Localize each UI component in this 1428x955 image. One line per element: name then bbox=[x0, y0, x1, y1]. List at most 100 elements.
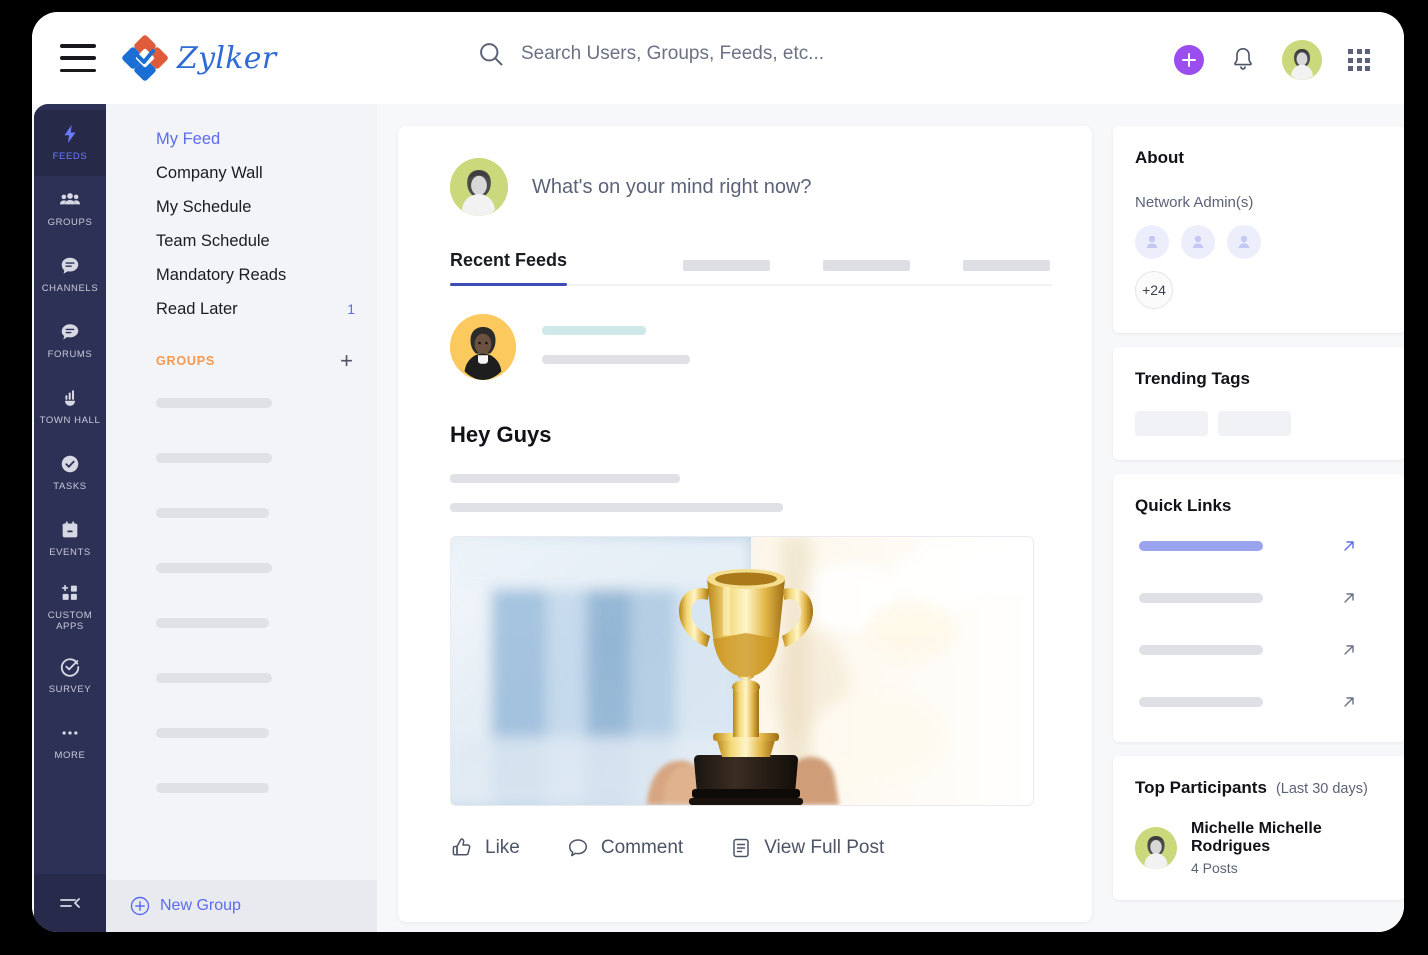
new-group-label: New Group bbox=[160, 897, 241, 914]
panel-title: Trending Tags bbox=[1135, 369, 1250, 388]
post-header bbox=[450, 286, 1040, 380]
collapse-arrow-icon bbox=[60, 898, 80, 908]
quick-link-item[interactable] bbox=[1135, 572, 1383, 624]
sidebar-item-label: Mandatory Reads bbox=[156, 265, 287, 284]
rail-label: TOWN HALL bbox=[39, 415, 101, 427]
search-input[interactable] bbox=[521, 43, 951, 65]
list-item[interactable] bbox=[156, 398, 272, 408]
rail-item-channels[interactable]: CHANNELS bbox=[34, 242, 106, 308]
plus-circle-icon[interactable] bbox=[1174, 45, 1204, 75]
composer-placeholder: What's on your mind right now? bbox=[532, 175, 812, 198]
list-item[interactable] bbox=[156, 563, 272, 573]
status-badge: 1 bbox=[347, 301, 355, 317]
user-avatar-icon bbox=[1282, 40, 1322, 80]
admin-more-count[interactable]: +24 bbox=[1135, 271, 1173, 309]
list-item[interactable] bbox=[156, 453, 272, 463]
view-full-post-button[interactable]: View Full Post bbox=[729, 836, 884, 860]
calendar-icon bbox=[62, 521, 78, 538]
rail-item-feeds[interactable]: FEEDS bbox=[34, 110, 106, 176]
comment-button[interactable]: Comment bbox=[566, 836, 683, 860]
sidebar-groups-label: GROUPS bbox=[156, 354, 215, 368]
page-title: About bbox=[1135, 148, 1185, 167]
arrow-up-right-icon[interactable] bbox=[1341, 694, 1357, 710]
avatar[interactable] bbox=[1227, 225, 1261, 259]
list-item[interactable]: Michelle Michelle Rodrigues 4 Posts bbox=[1135, 820, 1383, 876]
brand-logo[interactable]: Zylker bbox=[122, 35, 276, 81]
arrow-up-right-icon[interactable] bbox=[1341, 590, 1357, 606]
arrow-up-right-icon[interactable] bbox=[1341, 642, 1357, 658]
body-area: FEEDS GROUPS CHANNELS FORUMS TOWN HALL T… bbox=[32, 104, 1404, 932]
user-avatar-icon bbox=[450, 314, 516, 380]
rail-item-more[interactable]: MORE bbox=[34, 709, 106, 775]
new-group-button[interactable]: New Group bbox=[106, 880, 377, 932]
add-group-icon[interactable]: + bbox=[340, 350, 353, 372]
list-item[interactable] bbox=[156, 618, 269, 628]
bell-icon[interactable] bbox=[1230, 46, 1256, 74]
sidebar-item-team-schedule[interactable]: Team Schedule bbox=[106, 224, 377, 258]
tab-label: Recent Feeds bbox=[450, 250, 568, 270]
tag-list bbox=[1135, 411, 1383, 436]
quick-link-item[interactable] bbox=[1135, 520, 1383, 572]
post-image[interactable] bbox=[450, 536, 1034, 806]
tag-placeholder[interactable] bbox=[1218, 411, 1291, 436]
avatar[interactable] bbox=[1282, 40, 1322, 80]
sidebar-item-my-schedule[interactable]: My Schedule bbox=[106, 190, 377, 224]
zylker-diamond-logo-icon bbox=[122, 35, 168, 81]
speech-bubble-icon bbox=[61, 324, 79, 340]
tab-placeholder[interactable] bbox=[683, 260, 771, 271]
participant-post-count: 4 Posts bbox=[1191, 860, 1238, 876]
avatar[interactable] bbox=[1181, 225, 1215, 259]
panel-title: Quick Links bbox=[1135, 496, 1232, 515]
list-item[interactable] bbox=[156, 728, 269, 738]
search-bar[interactable] bbox=[477, 40, 951, 68]
tab-placeholder[interactable] bbox=[963, 260, 1051, 271]
avatar[interactable] bbox=[450, 314, 516, 380]
list-item[interactable] bbox=[156, 508, 269, 518]
rail-label: EVENTS bbox=[49, 547, 91, 559]
rail-item-custom-apps[interactable]: CUSTOM APPS bbox=[34, 572, 106, 643]
post-composer[interactable]: What's on your mind right now? bbox=[398, 126, 1092, 216]
rail-item-forums[interactable]: FORUMS bbox=[34, 308, 106, 374]
quick-link-label-placeholder bbox=[1139, 541, 1263, 551]
list-item[interactable] bbox=[156, 783, 269, 793]
secondary-sidebar: My Feed Company Wall My Schedule Team Sc… bbox=[106, 104, 377, 932]
collapse-sidebar-icon[interactable] bbox=[34, 874, 106, 932]
rail-label: MORE bbox=[54, 749, 86, 761]
avatar[interactable] bbox=[1135, 225, 1169, 259]
sidebar-group-placeholders bbox=[106, 372, 377, 793]
sidebar-item-read-later[interactable]: Read Later 1 bbox=[106, 292, 377, 326]
hamburger-menu-icon[interactable] bbox=[60, 44, 96, 72]
rail-item-groups[interactable]: GROUPS bbox=[34, 176, 106, 242]
quick-links-list bbox=[1135, 520, 1383, 728]
sidebar-item-company-wall[interactable]: Company Wall bbox=[106, 156, 377, 190]
quick-link-item[interactable] bbox=[1135, 624, 1383, 676]
feed-card: What's on your mind right now? Recent Fe… bbox=[398, 126, 1092, 922]
tag-placeholder[interactable] bbox=[1135, 411, 1208, 436]
about-subtitle: Network Admin(s) bbox=[1135, 194, 1254, 211]
rail-item-tasks[interactable]: TASKS bbox=[34, 440, 106, 506]
list-item[interactable] bbox=[156, 673, 272, 683]
sidebar-item-label: My Schedule bbox=[156, 197, 252, 216]
rail-label: CHANNELS bbox=[41, 283, 99, 295]
rail-item-survey[interactable]: SURVEY bbox=[34, 643, 106, 709]
add-squares-icon bbox=[61, 584, 77, 600]
panel-title: Top Participants bbox=[1135, 778, 1267, 797]
sidebar-item-my-feed[interactable]: My Feed bbox=[106, 122, 377, 156]
plus-circle-outline-icon bbox=[130, 896, 150, 916]
check-circle-icon bbox=[61, 455, 79, 473]
rail-item-events[interactable]: EVENTS bbox=[34, 506, 106, 572]
rail-item-town-hall[interactable]: TOWN HALL bbox=[34, 374, 106, 440]
like-button[interactable]: Like bbox=[450, 836, 520, 860]
apps-grid-icon[interactable] bbox=[1348, 49, 1370, 71]
quick-link-item[interactable] bbox=[1135, 676, 1383, 728]
tab-recent-feeds[interactable]: Recent Feeds bbox=[450, 250, 568, 286]
tab-placeholder[interactable] bbox=[823, 260, 911, 271]
post-body-placeholders bbox=[450, 474, 1040, 512]
feed-tabs: Recent Feeds bbox=[450, 250, 1052, 286]
sidebar-item-mandatory-reads[interactable]: Mandatory Reads bbox=[106, 258, 377, 292]
post-actions: Like Comment View Full Post bbox=[450, 806, 1040, 860]
panel-title-note: (Last 30 days) bbox=[1275, 781, 1368, 797]
user-silhouette-icon bbox=[1192, 235, 1204, 248]
quick-link-label-placeholder bbox=[1139, 645, 1263, 655]
arrow-up-right-icon[interactable] bbox=[1341, 538, 1357, 554]
